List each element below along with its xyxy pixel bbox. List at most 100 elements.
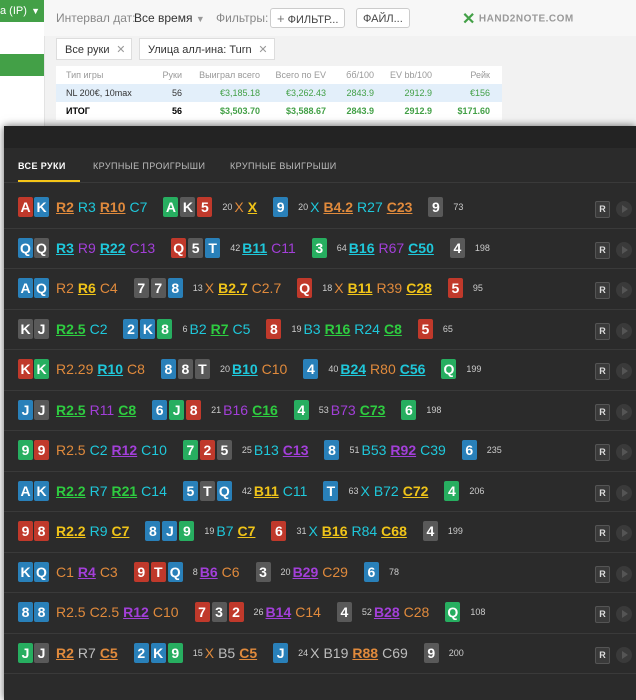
board-cards: 725	[182, 440, 234, 460]
action: C2.5	[89, 604, 120, 620]
hand-line: K Q C1 R4 C3 9 T Q 8 B6 C6 3 20 B29 C29 6 78	[18, 561, 401, 583]
action: C10	[261, 361, 288, 377]
play-icon[interactable]	[616, 444, 632, 460]
hand-row[interactable]: A Q R2 R6 C4 7 7 8 13 X B2.7 C2.7 Q 18 X B11 R39 C28 5 95 R	[4, 269, 636, 310]
action: C11	[282, 482, 308, 499]
filter-chip-allin-street[interactable]: Улица алл-ина: Turn ✕	[139, 38, 275, 60]
action: C7	[129, 199, 148, 215]
close-icon[interactable]: ✕	[258, 39, 267, 61]
play-icon[interactable]	[616, 565, 632, 582]
action: R2	[56, 280, 74, 296]
street-actions: R2.29 R10 C8	[56, 361, 149, 377]
account-label: а (IP)	[0, 5, 27, 17]
header-rake[interactable]: Рейк	[470, 66, 490, 84]
replay-button[interactable]: R	[595, 444, 610, 461]
street-actions: R2.2 R9 C7	[56, 523, 133, 539]
play-icon[interactable]	[616, 201, 632, 217]
sidebar-active-item[interactable]	[0, 54, 44, 76]
playing-card: 2	[133, 642, 149, 663]
action: C16	[252, 401, 278, 418]
play-icon[interactable]	[616, 646, 632, 663]
replay-button[interactable]: R	[595, 484, 610, 502]
close-icon[interactable]: ✕	[116, 39, 125, 61]
street-actions: B11 C11	[242, 240, 300, 256]
cell-ev-total: €3,262.43	[285, 88, 326, 98]
action: C69	[382, 644, 408, 661]
play-icon[interactable]	[616, 282, 632, 298]
account-selector[interactable]: а (IP) ▼	[0, 0, 44, 22]
replay-button[interactable]: R	[595, 403, 610, 421]
replay-button[interactable]: R	[595, 525, 610, 542]
action: R39	[376, 280, 403, 296]
hand-row[interactable]: Q Q R3 R9 R22 C13 Q 5 T 42 B11 C11 3 64 B16 R67 C50 4 198 R	[4, 229, 636, 269]
action: B5	[218, 644, 236, 661]
date-interval-select[interactable]: Все время ▼	[134, 11, 205, 25]
play-icon[interactable]	[616, 525, 632, 541]
street-actions: B3 R16 R24 C8	[303, 321, 405, 337]
replay-button[interactable]: R	[595, 646, 610, 664]
tab-all-hands[interactable]: ВСЕ РУКИ	[18, 150, 80, 182]
date-interval-value: Все время	[134, 11, 193, 25]
cell-won-total: €3,185.18	[219, 88, 260, 98]
street-actions: R2 R7 C5	[56, 645, 122, 661]
hand-row[interactable]: K J R2.5 C2 2 K 8 6 B2 R7 C5 8 19 B3 R16 R24 C8 5 65 R	[4, 310, 636, 350]
hand-row[interactable]: 9 8 R2.2 R9 C7 8 J 9 19 B7 C7 6 31 X B16 R84 C68 4 199 R	[4, 512, 636, 553]
hand-row[interactable]: K K R2.29 R10 C8 8 8 T 20 B10 C10 4 40 B24 R80 C56 Q 199 R	[4, 350, 636, 391]
playing-card: Q	[34, 278, 49, 298]
hand-row[interactable]: A K R2.2 R7 R21 C14 5 T Q 42 B11 C11 T 63 X B72 C72 4 206 R	[4, 472, 636, 512]
play-icon[interactable]	[616, 322, 632, 339]
street-actions: R2.5 R11 C8	[56, 402, 140, 418]
hand-line: 9 8 R2.2 R9 C7 8 J 9 19 B7 C7 6 31 X B16 R84 C68 4 199	[18, 520, 465, 542]
file-button[interactable]: ФАЙЛ...	[356, 8, 410, 28]
pot-size: 199	[447, 526, 463, 536]
header-ev-total[interactable]: Всего по EV	[276, 66, 326, 84]
action: R22	[99, 239, 126, 256]
street-actions: B6 C6	[200, 564, 244, 580]
replay-button[interactable]: R	[595, 241, 610, 259]
header-ev-bb100[interactable]: EV bb/100	[390, 66, 432, 84]
action: C23	[386, 199, 413, 215]
hand-row[interactable]: J J R2.5 R11 C8 6 J 8 21 B16 C16 4 53 B73 C73 6 198 R	[4, 391, 636, 431]
replay-button[interactable]: R	[595, 201, 610, 218]
action: B10	[231, 361, 258, 377]
header-game-type[interactable]: Тип игры	[66, 66, 103, 84]
play-icon[interactable]	[616, 363, 632, 379]
playing-card: 4	[444, 480, 460, 501]
play-icon[interactable]	[616, 606, 632, 622]
hand-row[interactable]: A K R2 R3 R10 C7 A K 5 20 X X 9 20 X B4.2 R27 C23 9 73 R	[4, 188, 636, 229]
header-won-total[interactable]: Выиграл всего	[199, 66, 260, 84]
action: C28	[403, 604, 430, 620]
pot-size: 40	[328, 364, 339, 374]
action: B7	[216, 523, 234, 539]
hand-row[interactable]: 9 9 R2.5 C2 R12 C10 7 2 5 25 B13 C13 8 51 B53 R92 C39 6 23…	[4, 431, 636, 472]
replay-button[interactable]: R	[595, 363, 610, 380]
action: R27	[357, 199, 383, 215]
replay-button[interactable]: R	[595, 565, 610, 583]
street-actions: B14 C14	[266, 604, 325, 620]
playing-card: A	[18, 197, 33, 217]
playing-card: Q	[34, 561, 49, 582]
filter-chip-all-hands[interactable]: Все руки ✕	[56, 38, 133, 61]
replay-button[interactable]: R	[595, 282, 610, 299]
header-bb100[interactable]: бб/100	[346, 66, 374, 84]
top-toolbar: Интервал дат: Все время ▼ Фильтры: + ФИЛ…	[44, 0, 636, 36]
hand-line: A Q R2 R6 C4 7 7 8 13 X B2.7 C2.7 Q 18 X B11 R39 C28 5 95	[18, 277, 485, 299]
replay-button[interactable]: R	[595, 322, 610, 340]
playing-card: 4	[303, 359, 319, 379]
hand-row[interactable]: J J R2 R7 C5 2 K 9 15 X B5 C5 J 24 X B19 R88 C69 9 200 R	[4, 634, 636, 674]
tab-big-wins[interactable]: КРУПНЫЕ ВЫИГРЫШИ	[230, 150, 337, 182]
table-row[interactable]: NL 200€, 10max 56 €3,185.18 €3,262.43 28…	[56, 84, 502, 102]
header-hands[interactable]: Руки	[163, 66, 182, 84]
tab-big-losses[interactable]: КРУПНЫЕ ПРОИГРЫШИ	[93, 150, 205, 182]
hero-cards: KK	[18, 359, 50, 379]
replay-button[interactable]: R	[595, 606, 610, 623]
hero-cards: AK	[18, 197, 50, 217]
file-button-label: ФАЙЛ...	[363, 13, 403, 25]
play-icon[interactable]	[616, 484, 632, 501]
hand-row[interactable]: K Q C1 R4 C3 9 T Q 8 B6 C6 3 20 B29 C29 6 78 R	[4, 553, 636, 593]
play-icon[interactable]	[616, 403, 632, 420]
filter-button[interactable]: + ФИЛЬТР...	[270, 8, 346, 28]
hand-row[interactable]: 8 8 R2.5 C2.5 R12 C10 7 3 2 26 B14 C14 4 52 B28 C28 Q 108…	[4, 593, 636, 634]
pot-size: 20	[222, 202, 233, 212]
play-icon[interactable]	[616, 241, 632, 258]
